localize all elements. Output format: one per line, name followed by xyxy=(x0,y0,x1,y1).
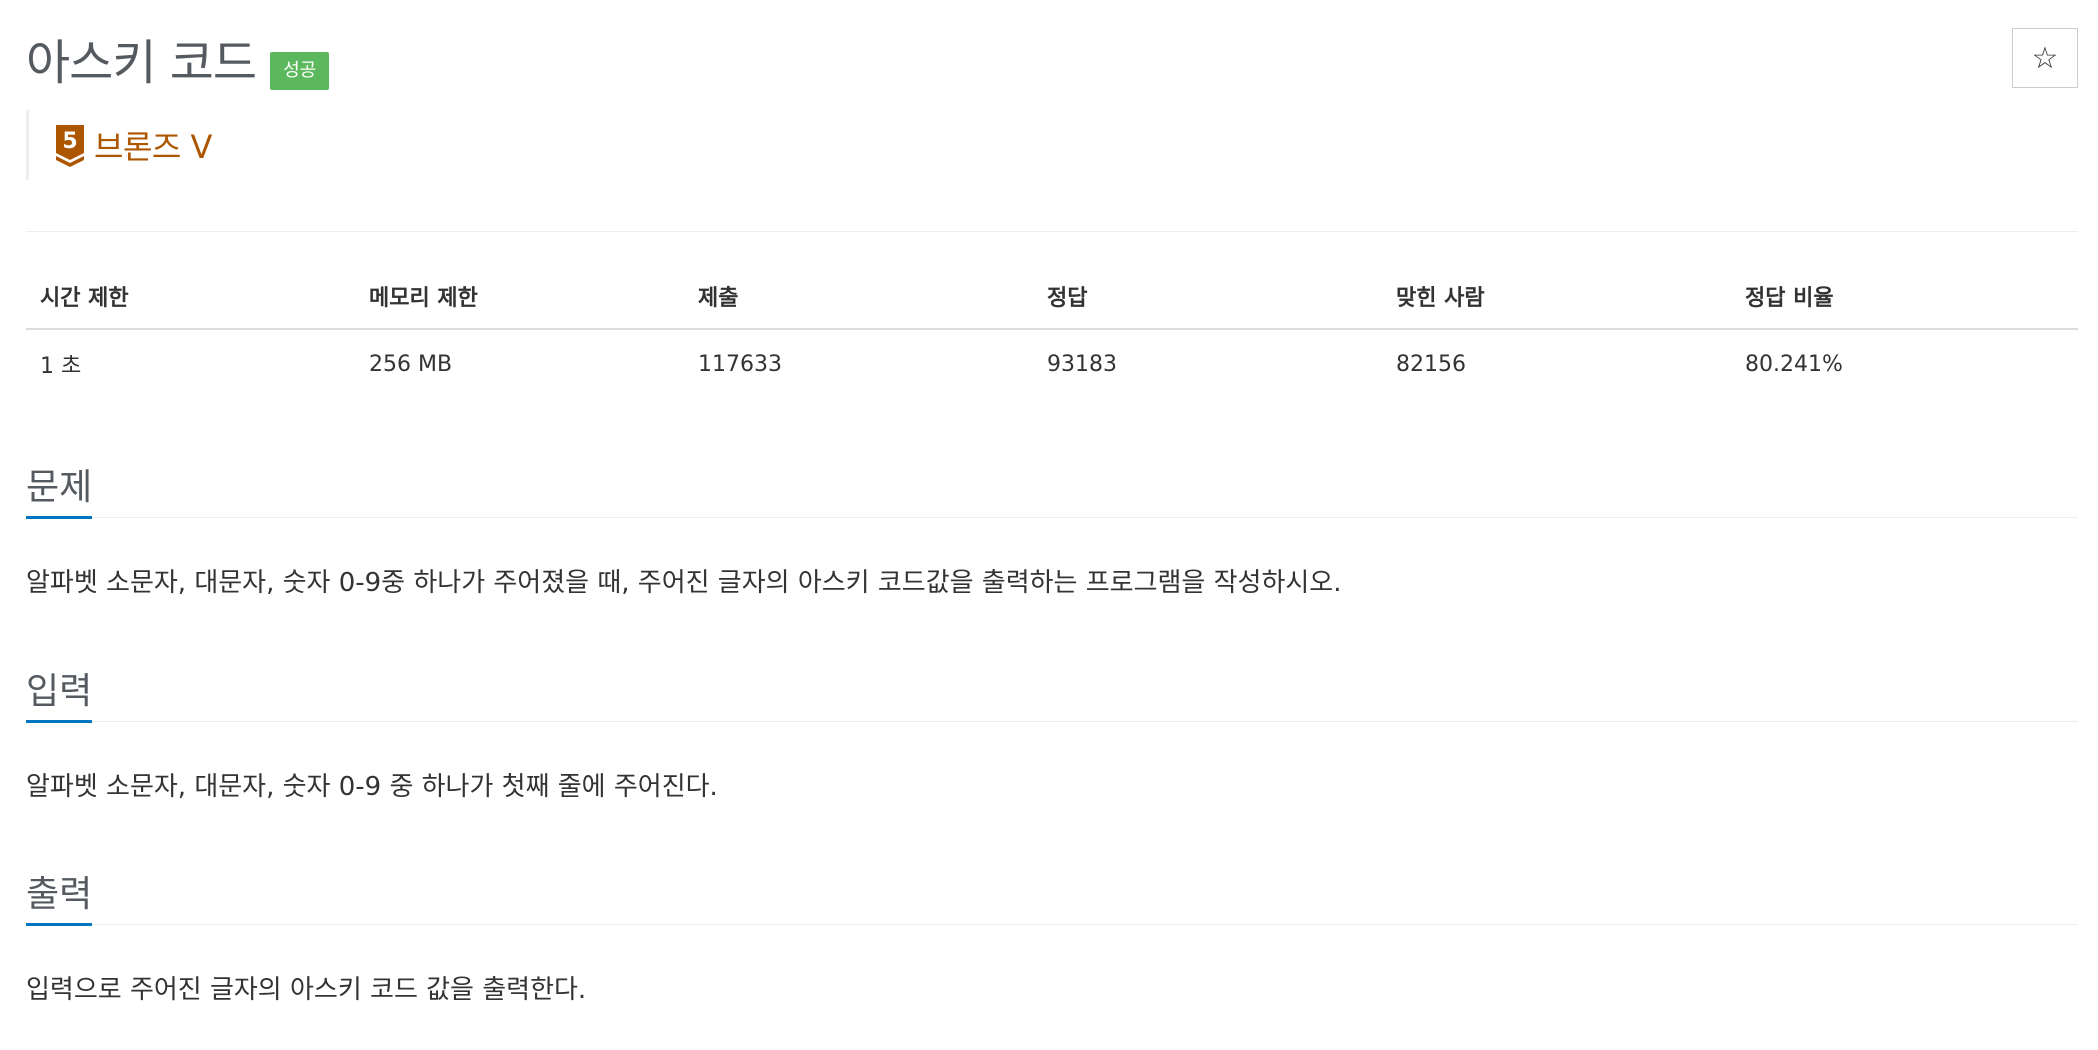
problem-title: 아스키 코드 xyxy=(26,35,257,91)
input-description: 알파벳 소문자, 대문자, 숫자 0-9 중 하나가 첫째 줄에 주어진다. xyxy=(26,772,718,802)
output-section-header: 출력 xyxy=(26,860,2078,926)
header-accepted: 정답 xyxy=(1033,268,1382,330)
problem-section-header: 문제 xyxy=(26,453,2078,519)
problem-section: 문제 알파벳 소문자, 대문자, 숫자 0-9중 하나가 주어졌을 때, 주어진… xyxy=(26,453,2078,596)
header-memory-limit: 메모리 제한 xyxy=(355,268,684,330)
header-accept-ratio: 정답 비율 xyxy=(1731,268,2078,330)
input-section-header: 입력 xyxy=(26,657,2078,723)
problem-description: 알파벳 소문자, 대문자, 숫자 0-9중 하나가 주어졌을 때, 주어진 글자… xyxy=(26,568,1342,598)
header-divider xyxy=(26,231,2078,232)
table-row: 1 초 256 MB 117633 93183 82156 80.241% xyxy=(26,329,2078,394)
input-section-title: 입력 xyxy=(26,674,93,723)
output-section-title: 출력 xyxy=(26,877,93,926)
input-section: 입력 알파벳 소문자, 대문자, 숫자 0-9 중 하나가 첫째 줄에 주어진다… xyxy=(26,657,2078,800)
star-icon: ☆ xyxy=(2031,40,2059,76)
bronze-tier-icon: 5 xyxy=(56,125,84,167)
tier-block[interactable]: 5 브론즈 V xyxy=(26,110,212,180)
value-time-limit: 1 초 xyxy=(40,354,82,379)
value-accept-ratio: 80.241% xyxy=(1745,351,1843,377)
value-submissions: 117633 xyxy=(698,351,782,377)
table-header-row: 시간 제한 메모리 제한 제출 정답 맞힌 사람 정답 비율 xyxy=(26,268,2078,330)
output-description: 입력으로 주어진 글자의 아스키 코드 값을 출력한다. xyxy=(26,975,587,1005)
problem-section-title: 문제 xyxy=(26,470,93,519)
header-submissions: 제출 xyxy=(684,268,1033,330)
value-memory-limit: 256 MB xyxy=(369,351,453,377)
favorite-star-button[interactable]: ☆ xyxy=(2012,28,2078,88)
header-time-limit: 시간 제한 xyxy=(26,268,355,330)
result-badge-success: 성공 xyxy=(270,52,330,90)
problem-info-table: 시간 제한 메모리 제한 제출 정답 맞힌 사람 정답 비율 1 초 256 M… xyxy=(26,268,2078,394)
tier-label: 브론즈 V xyxy=(94,128,212,166)
value-solved-users: 82156 xyxy=(1396,351,1466,377)
header-solved-users: 맞힌 사람 xyxy=(1382,268,1731,330)
title-row: 아스키 코드 성공 xyxy=(26,28,330,98)
tier-level-text: 5 xyxy=(62,129,77,154)
value-accepted: 93183 xyxy=(1047,351,1117,377)
output-section: 출력 입력으로 주어진 글자의 아스키 코드 값을 출력한다. xyxy=(26,860,2078,1003)
